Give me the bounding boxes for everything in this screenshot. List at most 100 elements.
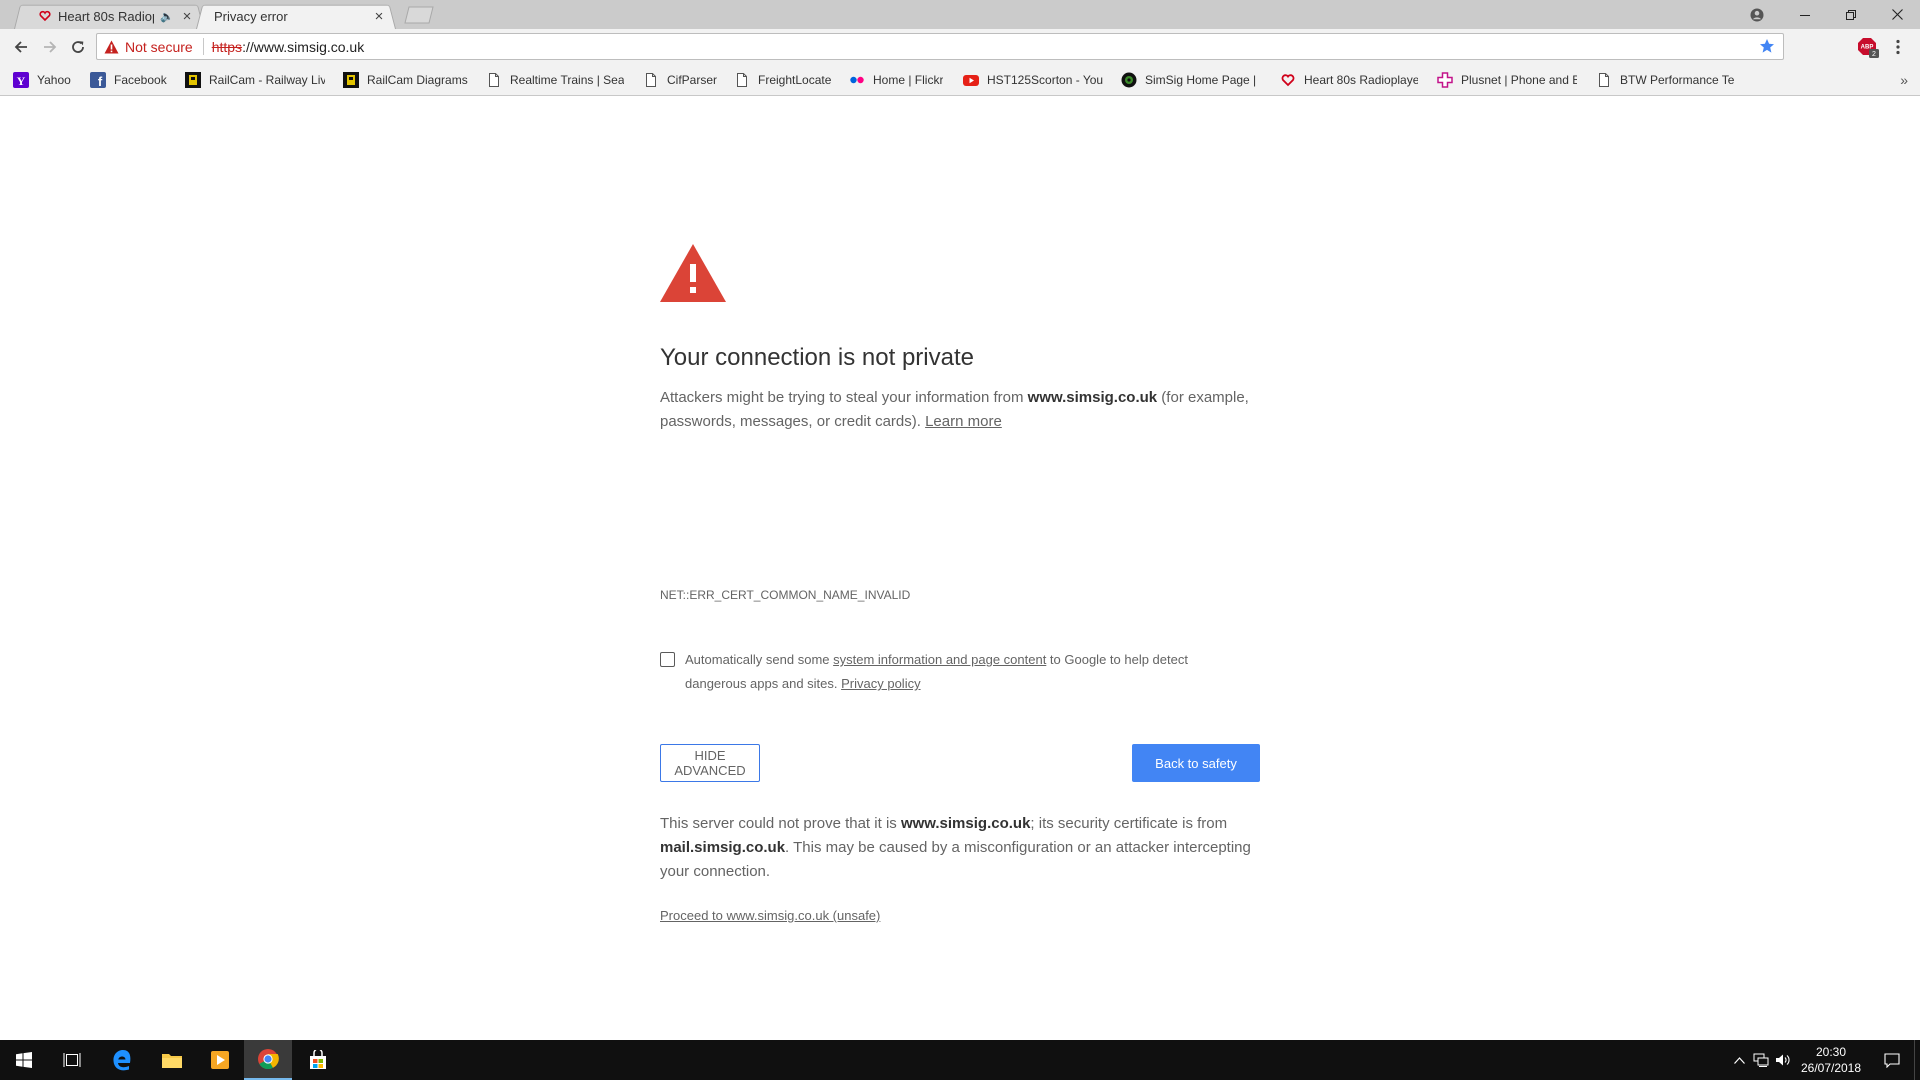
- system-information-link[interactable]: system information and page content: [833, 652, 1046, 667]
- bookmarks-bar: Y Yahoo f Facebook RailCam - Railway Liv…: [0, 65, 1920, 96]
- close-tab-icon[interactable]: ×: [372, 8, 386, 25]
- extended-reporting-optin: Automatically send some system informati…: [660, 648, 1220, 696]
- folder-icon: [162, 1054, 182, 1068]
- railcam-icon: [185, 72, 201, 88]
- bookmark-hst125scorton[interactable]: HST125Scorton - You: [963, 65, 1103, 95]
- windows-logo-icon: [16, 1052, 32, 1068]
- url-text: ://www.simsig.co.uk: [242, 38, 365, 55]
- back-arrow-icon: [14, 41, 27, 53]
- site-host: www.simsig.co.uk: [1027, 389, 1158, 406]
- minimize-button[interactable]: [1782, 0, 1828, 29]
- svg-text:f: f: [98, 74, 103, 88]
- tab-privacy-error[interactable]: Privacy error ×: [196, 3, 396, 29]
- bookmark-facebook[interactable]: f Facebook: [90, 65, 170, 95]
- chrome-menu-icon[interactable]: [1888, 35, 1908, 59]
- page-icon: [486, 72, 502, 88]
- forward-arrow-icon: [44, 41, 57, 53]
- tab-title: Privacy error: [214, 8, 288, 24]
- action-center-icon[interactable]: [1876, 1040, 1908, 1080]
- simsig-icon: [1121, 72, 1137, 88]
- show-hidden-icons[interactable]: [1728, 1040, 1750, 1080]
- flickr-icon: [849, 72, 865, 88]
- taskbar-file-explorer[interactable]: [148, 1040, 196, 1080]
- taskbar-media-player[interactable]: [196, 1040, 244, 1080]
- tab-heart-radio[interactable]: Heart 80s Radioplayer 🔈 ×: [14, 3, 204, 29]
- bookmark-star-icon[interactable]: [1759, 38, 1775, 57]
- hide-advanced-button[interactable]: HIDE ADVANCED: [660, 744, 760, 782]
- page-title: Your connection is not private: [660, 344, 974, 371]
- bookmark-railcam-diagrams[interactable]: RailCam Diagrams: [343, 65, 473, 95]
- facebook-icon: f: [90, 72, 106, 88]
- bookmarks-overflow-icon[interactable]: »: [1900, 65, 1908, 95]
- plusnet-icon: [1437, 72, 1453, 88]
- task-view-icon: [63, 1053, 81, 1067]
- advanced-details-paragraph: This server could not prove that it is w…: [660, 815, 1251, 880]
- page-icon: [643, 72, 659, 88]
- restore-button[interactable]: [1828, 0, 1874, 29]
- toolbar: Not secure https://www.simsig.co.uk ABP 2: [0, 29, 1920, 65]
- taskbar-clock[interactable]: 20:30 26/07/2018: [1790, 1044, 1872, 1076]
- reload-button[interactable]: [64, 29, 92, 65]
- task-view-button[interactable]: [48, 1040, 96, 1080]
- address-bar[interactable]: Not secure https://www.simsig.co.uk: [96, 33, 1784, 60]
- heart-icon: [1280, 72, 1296, 88]
- page-icon: [1596, 72, 1612, 88]
- svg-text:Y: Y: [17, 74, 26, 88]
- railcam-icon: [343, 72, 359, 88]
- forward-button[interactable]: [36, 29, 64, 65]
- bookmark-flickr[interactable]: Home | Flickr: [849, 65, 949, 95]
- clock-date: 26/07/2018: [1800, 1061, 1862, 1075]
- bookmark-simsig[interactable]: SimSig Home Page | S: [1121, 65, 1259, 95]
- proceed-unsafe-link[interactable]: Proceed to www.simsig.co.uk (unsafe): [660, 908, 880, 923]
- privacy-policy-link[interactable]: Privacy policy: [841, 676, 920, 691]
- edge-icon: [113, 1050, 131, 1071]
- extended-reporting-checkbox[interactable]: [660, 652, 675, 667]
- bookmark-cifparser[interactable]: CifParser: [643, 65, 723, 95]
- error-code: NET::ERR_CERT_COMMON_NAME_INVALID: [660, 588, 911, 602]
- taskbar-store[interactable]: [294, 1040, 342, 1080]
- not-secure-label: Not secure: [125, 38, 193, 55]
- new-tab-button[interactable]: [402, 6, 436, 24]
- bookmark-heart-80s[interactable]: Heart 80s Radioplaye: [1280, 65, 1418, 95]
- taskbar-chrome[interactable]: [244, 1040, 292, 1080]
- page-icon: [734, 72, 750, 88]
- warning-icon: [104, 40, 119, 53]
- bookmark-realtime-trains[interactable]: Realtime Trains | Sear: [486, 65, 624, 95]
- show-desktop-strip[interactable]: [1914, 1040, 1920, 1080]
- bookmark-railcam-live[interactable]: RailCam - Railway Liv: [185, 65, 325, 95]
- youtube-icon: [963, 72, 979, 88]
- url-scheme: https: [211, 38, 243, 55]
- explanation-paragraph: Attackers might be trying to steal your …: [660, 389, 1249, 430]
- close-window-button[interactable]: [1874, 0, 1920, 29]
- bookmark-plusnet[interactable]: Plusnet | Phone and B: [1437, 65, 1577, 95]
- clock-time: 20:30: [1815, 1045, 1847, 1059]
- speaker-icon[interactable]: 🔈: [160, 10, 174, 23]
- reload-icon: [72, 41, 84, 53]
- heart-icon: [38, 9, 52, 23]
- chrome-icon: [258, 1049, 279, 1070]
- account-icon[interactable]: [1742, 0, 1772, 29]
- back-to-safety-button[interactable]: Back to safety: [1132, 744, 1260, 782]
- bookmark-freightlocate[interactable]: FreightLocate: [734, 65, 834, 95]
- site-security-chip[interactable]: Not secure: [97, 34, 201, 59]
- windows-taskbar: 20:30 26/07/2018: [0, 1040, 1920, 1080]
- tab-strip: Heart 80s Radioplayer 🔈 × Privacy error …: [0, 0, 1920, 29]
- bookmark-btw-performance[interactable]: BTW Performance Te: [1596, 65, 1736, 95]
- back-button[interactable]: [7, 29, 35, 65]
- bookmark-yahoo[interactable]: Y Yahoo: [13, 65, 83, 95]
- taskbar-edge[interactable]: [98, 1040, 146, 1080]
- abp-extension-icon[interactable]: ABP 2: [1856, 35, 1880, 59]
- tab-title: Heart 80s Radioplayer: [58, 8, 154, 24]
- learn-more-link[interactable]: Learn more: [925, 413, 1002, 430]
- media-player-icon: [211, 1051, 229, 1069]
- yahoo-icon: Y: [13, 72, 29, 88]
- close-tab-icon[interactable]: ×: [180, 8, 194, 25]
- warning-triangle-icon: [660, 244, 726, 302]
- network-icon[interactable]: [1750, 1040, 1772, 1080]
- start-button[interactable]: [0, 1040, 48, 1080]
- omnibox-divider: [202, 38, 204, 55]
- page-content: Your connection is not private Attackers…: [0, 96, 1920, 1040]
- optin-label: Automatically send some system informati…: [685, 652, 1188, 691]
- store-icon: [310, 1050, 326, 1069]
- svg-text:2: 2: [1872, 51, 1876, 58]
